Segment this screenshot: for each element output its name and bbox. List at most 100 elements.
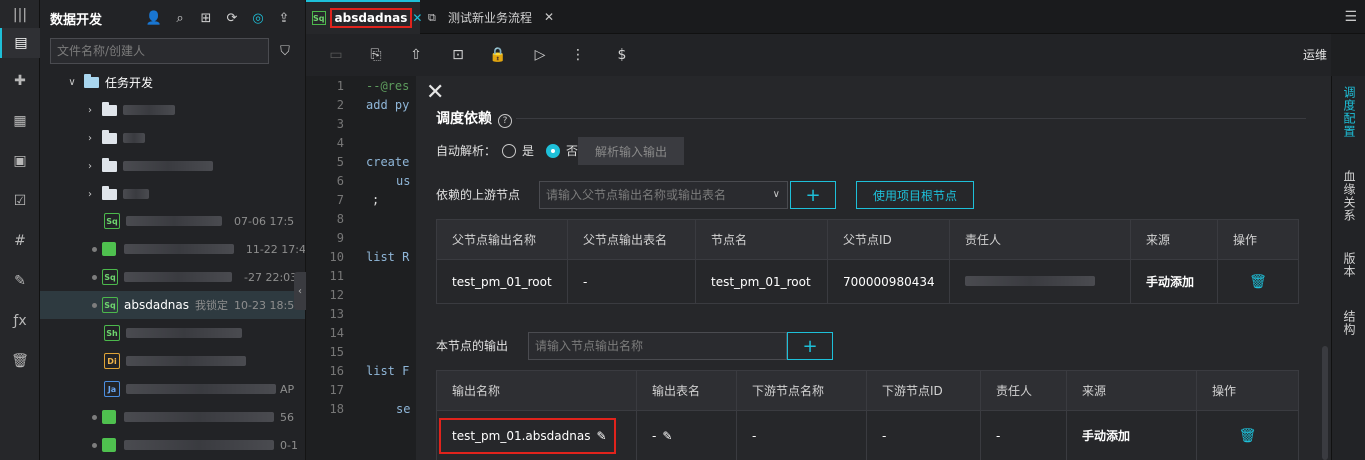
table-icon[interactable]: # (0, 226, 40, 256)
upstream-placeholder: 请输入父节点输出名称或输出表名 (546, 188, 727, 202)
sql-file-icon: Sq (102, 297, 118, 313)
cost-icon[interactable]: $ (612, 45, 632, 65)
close-tab-icon[interactable]: ✕ (412, 11, 422, 25)
collapse-panel-handle[interactable]: ‹ (294, 272, 306, 310)
tree-file[interactable]: 11-22 17:4 (40, 235, 305, 263)
clipboard-icon[interactable]: ▣ (0, 146, 40, 176)
chevron-right-icon: › (88, 104, 92, 116)
tree-file[interactable]: Sq 07-06 17:5 (40, 207, 305, 235)
chevron-right-icon: › (88, 132, 92, 144)
node-id-link[interactable]: 700000980434 (827, 259, 950, 304)
status-dot (92, 302, 97, 308)
radio-yes[interactable] (502, 143, 517, 158)
hamburger-menu-icon[interactable]: ☰ (1344, 9, 1357, 25)
output-name-input[interactable]: 请输入节点输出名称 (528, 332, 787, 360)
tree-folder-root[interactable]: ∨ 任务开发 (40, 68, 305, 96)
tab-absdadnas[interactable]: Sq absdadnas ✕ (306, 0, 422, 34)
file-search-input[interactable]: 文件名称/创建人 (50, 38, 269, 64)
workflow-icon: ⧉ (428, 11, 436, 24)
cell-action: 🗑 (1196, 410, 1299, 460)
parse-io-button[interactable]: 解析输入输出 (578, 137, 684, 165)
sql-file-icon: Sq (104, 213, 120, 229)
cell-table-name: - ✎ (636, 410, 737, 460)
close-icon[interactable]: ✕ (426, 80, 444, 105)
recycle-bin-icon[interactable]: 🗑 (0, 346, 40, 376)
chevron-down-icon: ∨ (68, 76, 76, 88)
run-icon[interactable]: ▷ (530, 45, 550, 65)
tree-file[interactable]: Sh (40, 319, 305, 347)
chevron-right-icon: › (88, 160, 92, 172)
new-file-icon[interactable]: ⊞ (196, 8, 216, 28)
cell-table-name: - (567, 259, 696, 304)
function-icon[interactable]: ƒx (0, 306, 40, 336)
di-file-icon: Di (104, 353, 120, 369)
blurred-name (123, 161, 213, 171)
col-header: 节点名 (695, 219, 828, 260)
tree-folder[interactable]: › (40, 180, 305, 208)
add-output-button[interactable]: + (787, 332, 833, 360)
ops-link[interactable]: 运维 (1303, 46, 1327, 63)
output-label: 本节点的输出 (436, 339, 509, 353)
cell-downstream-id: - (866, 410, 981, 460)
import-icon[interactable]: ⇪ (274, 8, 294, 28)
line-number: 15 (329, 345, 344, 359)
tree-file[interactable]: Sq -27 22:03 (40, 263, 305, 291)
help-icon[interactable]: ? (498, 114, 512, 128)
col-header: 输出表名 (636, 370, 737, 411)
tree-file-selected[interactable]: Sq absdadnas 我锁定 10-23 18:5 (40, 291, 305, 319)
refresh-icon[interactable]: ⟳ (222, 8, 242, 28)
component-icon[interactable]: ✚ (0, 66, 40, 96)
tree-file[interactable]: Ja AP (40, 375, 305, 403)
edit-icon[interactable]: ✎ (662, 429, 672, 443)
panel-scrollbar[interactable] (1322, 346, 1328, 460)
query-icon[interactable]: ▦ (0, 106, 40, 136)
lock-icon[interactable]: 🔒 (488, 45, 508, 65)
save-icon[interactable]: ▭ (326, 45, 346, 65)
line-number: 17 (329, 383, 344, 397)
menu-toggle-icon[interactable]: ||| (0, 0, 40, 30)
review-icon[interactable]: ☑ (0, 186, 40, 216)
use-root-node-button[interactable]: 使用项目根节点 (856, 181, 974, 209)
more-icon[interactable]: ⋮ (568, 45, 588, 65)
tree-file[interactable]: 0-1 (40, 431, 305, 459)
line-number: 8 (336, 212, 344, 226)
close-tab-icon[interactable]: ✕ (544, 10, 554, 24)
code-line: list R (366, 250, 410, 264)
delete-icon[interactable]: 🗑 (1239, 428, 1257, 444)
user-icon[interactable]: 👤 (144, 8, 164, 28)
add-upstream-button[interactable]: + (790, 181, 836, 209)
tree-folder[interactable]: › (40, 124, 305, 152)
upstream-select[interactable]: 请输入父节点输出名称或输出表名 ∨ (539, 181, 788, 209)
editor-toolbar: ▭ ⎘ ⇧ ⊡ 🔒 ▷ ⋮ $ 运维 (306, 34, 1331, 76)
tree-folder[interactable]: › (40, 152, 305, 180)
submit-icon[interactable]: ⇧ (406, 45, 426, 65)
tab-structure[interactable]: 结构 (1332, 310, 1365, 336)
tree-file[interactable]: Di (40, 347, 305, 375)
steal-lock-icon[interactable]: ⊡ (448, 45, 468, 65)
code-editor[interactable]: 1 2 3 4 5 6 7 8 9 10 11 12 13 14 15 16 1… (306, 76, 416, 460)
tab-lineage[interactable]: 血缘关系 (1332, 170, 1365, 222)
data-dev-icon[interactable]: ▤ (0, 28, 40, 58)
search-doc-icon[interactable]: ⌕ (170, 8, 190, 28)
tab-version[interactable]: 版本 (1332, 252, 1365, 278)
tab-workflow[interactable]: ⧉ 测试新业务流程 ✕ (422, 0, 560, 34)
table-row: test_pm_01_root - test_pm_01_root 700000… (436, 259, 1299, 304)
col-header: 下游节点ID (866, 370, 981, 411)
delete-icon[interactable]: 🗑 (1249, 274, 1267, 290)
radio-no[interactable] (546, 143, 561, 158)
edit-doc-icon[interactable]: ✎ (0, 266, 40, 296)
locate-icon[interactable]: ◎ (248, 8, 268, 28)
save-as-icon[interactable]: ⎘ (366, 45, 386, 65)
tree-file[interactable]: 56 (40, 403, 305, 431)
folder-icon (102, 157, 117, 172)
blurred-name (126, 216, 222, 226)
cell-action: 🗑 (1217, 259, 1299, 304)
file-name: absdadnas (124, 298, 190, 312)
tree-folder[interactable]: › (40, 96, 305, 124)
col-header: 父节点ID (827, 219, 950, 260)
filter-icon[interactable]: ⛉ (274, 40, 296, 62)
activity-bar: ||| ▤ ✚ ▦ ▣ ☑ # ✎ ƒx 🗑 (0, 0, 40, 460)
line-number: 18 (329, 402, 344, 416)
status-dot (92, 414, 97, 420)
tab-schedule-config[interactable]: 调度配置 (1332, 86, 1365, 138)
